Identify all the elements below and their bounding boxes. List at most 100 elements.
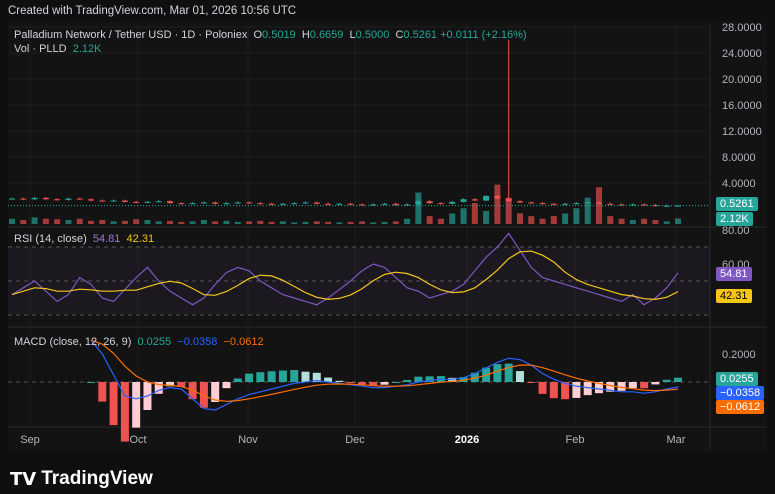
- x-tick: Mar: [667, 434, 686, 446]
- volume-bar: [460, 208, 467, 224]
- candle-body: [110, 200, 117, 202]
- volume-bar: [279, 221, 286, 224]
- volume-bar: [494, 184, 501, 224]
- volume-bar: [65, 220, 72, 224]
- macd-hist-bar: [109, 382, 118, 426]
- rsi-value: 54.81: [92, 233, 121, 245]
- candle-body: [200, 202, 207, 204]
- candle-body: [155, 201, 162, 203]
- volume-bar: [449, 213, 456, 224]
- volume-bar: [325, 221, 332, 224]
- price-tag: 0.5261: [716, 197, 758, 211]
- price-tick: 12.0000: [722, 126, 762, 138]
- tradingview-logo[interactable]: 𝗧𝗩 TradingView: [10, 468, 153, 490]
- symbol-title[interactable]: Palladium Network / Tether USD · 1D · Po…: [14, 29, 247, 41]
- chart-canvas[interactable]: 28.0000 24.0000 20.0000 16.0000 12.0000 8.000…: [0, 0, 775, 494]
- macd-hist-bar: [245, 373, 254, 382]
- candle-body: [246, 202, 253, 204]
- candle-body: [178, 203, 185, 205]
- volume-bar: [392, 221, 399, 224]
- macd-hist-bar: [527, 382, 536, 383]
- volume-bar: [54, 219, 61, 224]
- price-tick: 4.0000: [722, 178, 756, 190]
- macd-hist-tag: 0.0255: [716, 372, 758, 386]
- candle-body: [483, 196, 490, 201]
- macd-hist-bar: [403, 380, 412, 382]
- macd-tick: 0.2000: [722, 349, 756, 361]
- macd-hist-bar: [391, 381, 400, 383]
- candle-body: [257, 203, 264, 205]
- rsi-ma-tag: 42.31: [716, 289, 752, 303]
- candle-body: [212, 202, 219, 204]
- volume-bar: [550, 216, 557, 224]
- candle-body: [99, 200, 106, 202]
- volume-bar: [313, 221, 320, 224]
- macd-hist-bar: [87, 382, 96, 383]
- low-value: 0.5000: [355, 29, 390, 41]
- candle-body: [460, 199, 467, 202]
- macd-hist-bar: [267, 371, 276, 382]
- candle-body: [550, 203, 557, 205]
- macd-hist-bar: [538, 382, 547, 394]
- candle-body: [539, 203, 546, 205]
- candle-body: [279, 203, 286, 205]
- candle-body: [595, 202, 602, 204]
- candle-body: [415, 201, 422, 205]
- macd-value: −0.0358: [177, 336, 218, 348]
- macd-hist-bar: [335, 380, 344, 382]
- candle-body: [291, 203, 298, 205]
- macd-hist-bar: [132, 382, 141, 428]
- volume-bar: [516, 213, 523, 224]
- macd-hist-bar: [549, 382, 558, 399]
- candle-body: [189, 203, 196, 205]
- macd-hist-bar: [222, 382, 231, 389]
- candle-body: [167, 201, 174, 204]
- volume-bar: [302, 221, 309, 224]
- volume-bar: [562, 213, 569, 224]
- volume-bar: [370, 222, 377, 224]
- rsi-legend: RSI (14, close) 54.81 42.31: [14, 233, 154, 245]
- volume-bar: [121, 220, 128, 224]
- rsi-label[interactable]: RSI (14, close): [14, 233, 87, 245]
- volume-bar: [31, 217, 38, 224]
- volume-bar: [223, 220, 230, 224]
- volume-bar: [336, 222, 343, 224]
- open-value: 0.5019: [262, 29, 296, 41]
- volume-bar: [20, 220, 27, 224]
- macd-signal-value: −0.0612: [223, 336, 264, 348]
- volume-bar: [607, 216, 614, 224]
- candle-body: [54, 199, 61, 201]
- volume-bar: [200, 220, 207, 224]
- candle-body: [607, 203, 614, 205]
- candle-body: [516, 201, 523, 203]
- macd-hist-bar: [628, 382, 637, 389]
- volume-bar: [675, 218, 681, 224]
- volume-bar: [471, 203, 478, 224]
- macd-label[interactable]: MACD (close, 12, 26, 9): [14, 336, 131, 348]
- volume-bar: [437, 218, 444, 224]
- volume-bar: [9, 218, 15, 224]
- candle-body: [426, 201, 433, 204]
- macd-tag: −0.0358: [716, 386, 765, 400]
- candle-body: [121, 200, 128, 202]
- macd-hist-bar: [301, 371, 310, 382]
- price-tick: 8.0000: [722, 152, 756, 164]
- change-value: +0.0111 (+2.16%): [440, 29, 527, 41]
- candle-body: [20, 198, 27, 200]
- volume-bar: [663, 221, 670, 224]
- volume-bar: [573, 208, 580, 224]
- macd-hist-bar: [572, 382, 581, 398]
- volume-bar: [381, 221, 388, 224]
- candle-body: [347, 203, 354, 205]
- volume-bar: [133, 219, 140, 224]
- logo-text: TradingView: [41, 468, 153, 489]
- candle-body: [234, 202, 241, 204]
- volume-bar: [404, 218, 411, 224]
- volume-bar: [167, 220, 174, 224]
- candle-body: [76, 198, 83, 200]
- candle-body: [31, 197, 38, 200]
- open-label: O: [253, 29, 263, 41]
- macd-hist-bar: [290, 370, 299, 382]
- volume-bar: [110, 221, 117, 224]
- volume-bar: [483, 210, 490, 224]
